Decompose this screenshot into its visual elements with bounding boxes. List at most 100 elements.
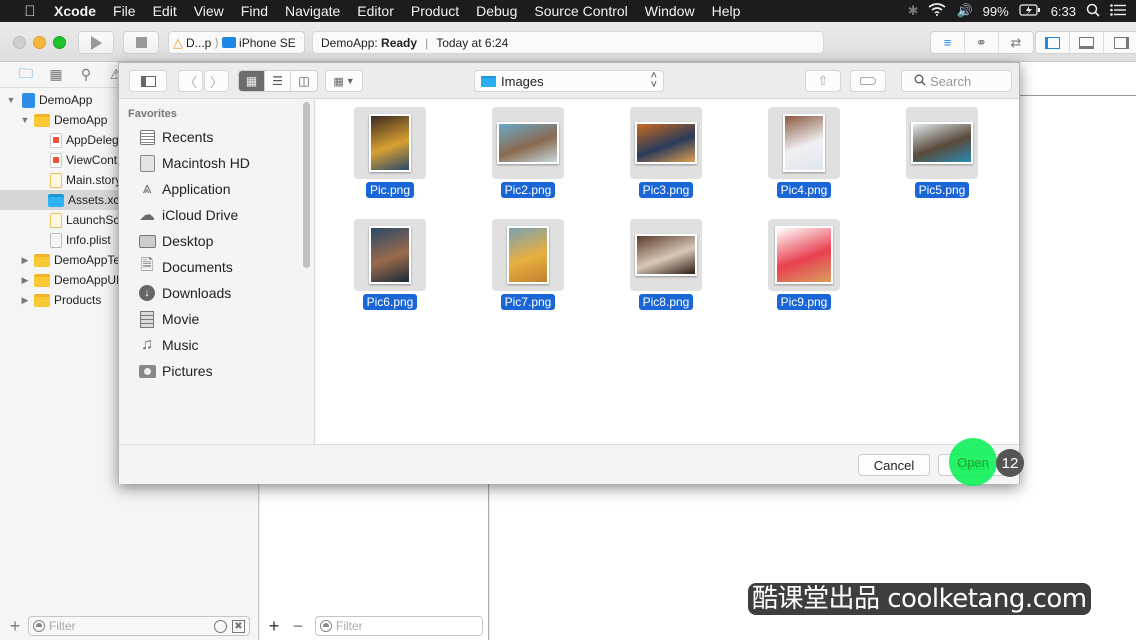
add-asset-button[interactable]: + — [267, 616, 281, 637]
menu-view[interactable]: View — [194, 3, 224, 19]
chevron-right-icon: ⟩ — [214, 35, 220, 50]
menu-window[interactable]: Window — [645, 3, 695, 19]
file-item[interactable]: Pic6.png — [326, 215, 446, 315]
wifi-icon[interactable] — [928, 3, 946, 19]
disclosure-open-icon[interactable]: ▼ — [6, 95, 16, 105]
file-item[interactable]: Pic7.png — [464, 215, 584, 315]
filter-icon — [33, 620, 45, 632]
play-icon — [90, 35, 102, 50]
add-file-button[interactable]: + — [8, 616, 22, 637]
forward-button[interactable]: 〉 — [204, 70, 229, 92]
back-button[interactable]: 〈 — [178, 70, 203, 92]
find-navigator-tab-icon[interactable]: ⚲ — [77, 66, 95, 83]
file-item[interactable]: Pic.png — [326, 103, 446, 203]
swift-file-icon — [50, 152, 62, 168]
sidebar-item-application[interactable]: ⩓ Application — [119, 176, 314, 202]
location-popup[interactable]: Images ˄ ˅ — [474, 70, 664, 92]
scheme-selector[interactable]: △ D...p ⟩ iPhone SE — [168, 31, 305, 54]
image-preview — [499, 124, 557, 162]
spotlight-search-icon[interactable] — [1086, 3, 1100, 20]
share-icon: ⇧ — [817, 73, 829, 88]
chevron-down-icon: ▼ — [345, 76, 355, 86]
applications-icon: ⩓ — [142, 180, 152, 197]
disclosure-closed-icon[interactable]: ▶ — [20, 295, 30, 306]
menu-help[interactable]: Help — [712, 3, 741, 19]
bluetooth-icon[interactable]: ✱ — [908, 3, 919, 19]
image-thumbnail — [635, 234, 697, 276]
navigator-filter-field[interactable]: Filter ✖ — [28, 616, 250, 636]
image-preview — [371, 116, 409, 170]
search-icon — [914, 74, 926, 89]
symbol-navigator-tab-icon[interactable]: ▦ — [47, 66, 65, 83]
file-item[interactable]: Pic3.png — [602, 103, 722, 203]
project-navigator-tab-icon[interactable]: 🗀 — [17, 63, 35, 87]
open-file-dialog: 〈 〉 ▦ ☰ ◫ ▦ ▼ Images ˄ ˅ ⇧ Search Favori… — [118, 62, 1020, 484]
menu-product[interactable]: Product — [411, 3, 459, 19]
file-item[interactable]: Pic8.png — [602, 215, 722, 315]
list-view-icon[interactable]: ☰ — [265, 71, 291, 91]
menu-source-control[interactable]: Source Control — [534, 3, 627, 19]
notification-center-icon[interactable] — [1110, 3, 1126, 19]
sidebar-item-music[interactable]: ♫ Music — [119, 332, 314, 358]
clock[interactable]: 6:33 — [1051, 4, 1076, 19]
tag-button[interactable] — [850, 70, 886, 92]
cancel-button[interactable]: Cancel — [858, 454, 930, 476]
toggle-navigator-icon[interactable] — [1036, 32, 1070, 53]
menu-debug[interactable]: Debug — [476, 3, 517, 19]
favorites-header: Favorites — [128, 108, 177, 120]
window-close-button[interactable] — [13, 36, 26, 49]
window-zoom-button[interactable] — [53, 36, 66, 49]
stop-button[interactable] — [123, 31, 159, 54]
sidebar-item-recents[interactable]: Recents — [119, 124, 314, 150]
menu-edit[interactable]: Edit — [153, 3, 177, 19]
menu-file[interactable]: File — [113, 3, 136, 19]
apple-menu-icon[interactable]:  — [20, 3, 40, 20]
navigator-footer: + Filter ✖ — [0, 612, 259, 640]
version-editor-icon[interactable]: ⇄ — [999, 32, 1033, 53]
run-button[interactable] — [78, 31, 114, 54]
standard-editor-icon[interactable]: ≡ — [931, 32, 965, 53]
menu-find[interactable]: Find — [241, 3, 268, 19]
sidebar-item-movie[interactable]: Movie — [119, 306, 314, 332]
window-minimize-button[interactable] — [33, 36, 46, 49]
location-name: Images — [501, 73, 544, 89]
volume-icon[interactable]: 🔊 — [956, 3, 972, 19]
sidebar-scrollbar[interactable] — [303, 102, 310, 268]
battery-charging-icon[interactable] — [1019, 3, 1041, 19]
sidebar-item-macintosh-hd[interactable]: Macintosh HD — [119, 150, 314, 176]
file-item[interactable]: Pic9.png — [740, 215, 860, 315]
menu-bar:  Xcode File Edit View Find Navigate Edi… — [0, 0, 1136, 22]
file-item[interactable]: Pic5.png — [878, 103, 998, 203]
scm-status-filter-icon[interactable]: ✖ — [232, 620, 245, 633]
menu-app-name[interactable]: Xcode — [54, 3, 96, 19]
share-button[interactable]: ⇧ — [805, 70, 841, 92]
arrange-menu-button[interactable]: ▦ ▼ — [325, 70, 363, 92]
file-item[interactable]: Pic2.png — [464, 103, 584, 203]
sidebar-item-icloud-drive[interactable]: ☁ iCloud Drive — [119, 202, 314, 228]
column-view-icon[interactable]: ◫ — [291, 71, 317, 91]
asset-filter-field[interactable]: Filter — [315, 616, 483, 636]
sidebar-item-desktop[interactable]: Desktop — [119, 228, 314, 254]
sidebar-item-documents[interactable]: 🗎 Documents — [119, 254, 314, 280]
file-item[interactable]: Pic4.png — [740, 103, 860, 203]
sidebar-item-downloads[interactable]: ↓ Downloads — [119, 280, 314, 306]
toggle-sidebar-button[interactable] — [129, 70, 167, 92]
remove-asset-button[interactable]: − — [291, 616, 305, 637]
assistant-editor-icon[interactable]: ⚭ — [965, 32, 999, 53]
menu-editor[interactable]: Editor — [357, 3, 394, 19]
recent-files-icon[interactable] — [214, 620, 227, 633]
disclosure-closed-icon[interactable]: ▶ — [20, 275, 30, 286]
toggle-utilities-icon[interactable] — [1104, 32, 1136, 53]
disclosure-closed-icon[interactable]: ▶ — [20, 255, 30, 266]
device-name[interactable]: iPhone SE — [239, 36, 296, 50]
dialog-search-field[interactable]: Search — [901, 70, 1012, 92]
sidebar-item-pictures[interactable]: Pictures — [119, 358, 314, 384]
status-separator: | — [425, 35, 429, 50]
icon-view-icon[interactable]: ▦ — [239, 71, 265, 91]
storyboard-file-icon — [50, 172, 62, 188]
toggle-debug-area-icon[interactable] — [1070, 32, 1104, 53]
search-placeholder: Search — [930, 73, 972, 89]
disclosure-open-icon[interactable]: ▼ — [20, 115, 30, 125]
menu-navigate[interactable]: Navigate — [285, 3, 340, 19]
file-name-label: Pic6.png — [326, 293, 454, 311]
